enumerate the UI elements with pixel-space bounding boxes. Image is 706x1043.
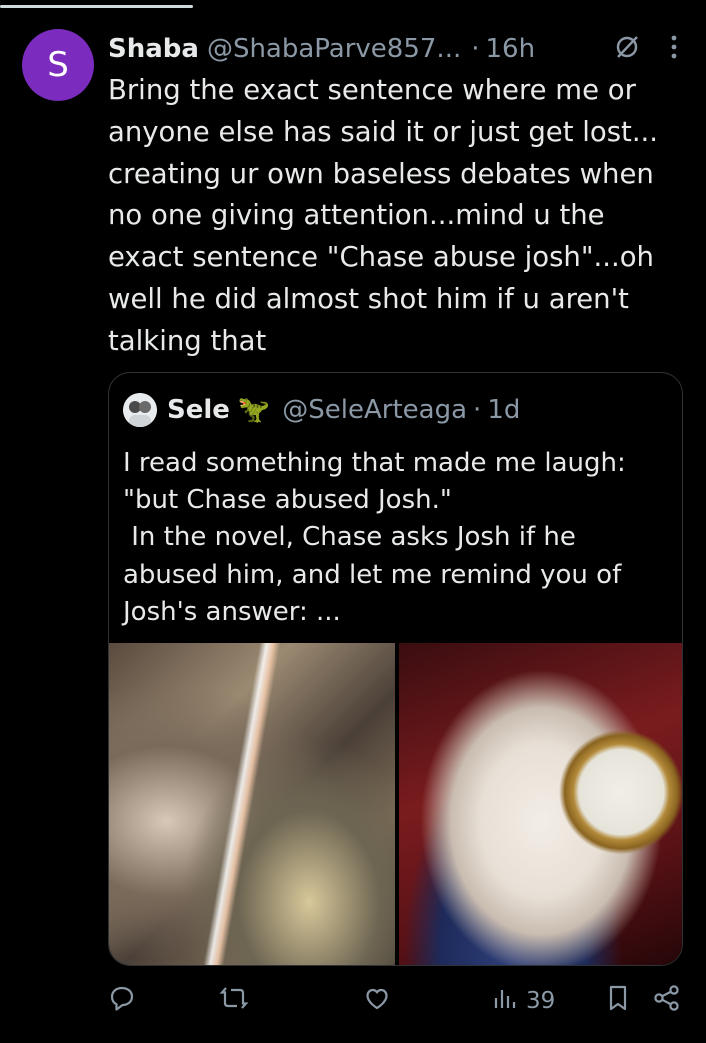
quoted-text-line: In the novel, Chase asks Josh if he abus… [123,522,630,627]
reply-button[interactable] [108,984,136,1018]
action-bar: 39 [108,984,683,1018]
post-text: Bring the exact sentence where me or any… [108,74,659,357]
quoted-author-handle[interactable]: @SeleArteaga [282,395,467,425]
views-count: 39 [526,988,556,1014]
quoted-time[interactable]: 1d [487,395,520,425]
repost-button[interactable] [219,984,249,1018]
like-icon [363,984,391,1018]
dinosaur-emoji-icon: 🦖 [237,395,271,425]
grok-icon[interactable] [614,34,640,64]
manhwa-image[interactable] [109,643,395,965]
share-icon [653,984,681,1018]
white-rabbit-image[interactable] [399,643,682,965]
share-button[interactable] [653,984,681,1018]
reply-icon [108,984,136,1018]
quoted-avatar [123,393,157,427]
author-handle[interactable]: @ShabaParve857... [207,34,461,64]
quoted-separator-dot: · [473,395,482,425]
bookmark-icon [606,984,630,1018]
views-icon [492,984,518,1018]
more-icon[interactable] [670,34,678,64]
quoted-text: I read something that made me laugh: "bu… [123,445,668,631]
separator-dot: · [471,34,480,64]
quoted-post[interactable]: Sele 🦖 @SeleArteaga · 1d I read somethin… [108,372,683,966]
like-button[interactable] [363,984,391,1018]
avatar[interactable]: S [22,29,94,101]
quoted-media [109,643,682,965]
post-header: Shaba @ShabaParve857... · 16h [108,32,682,66]
quoted-text-line: "but Chase abused Josh." [123,485,452,516]
post-time[interactable]: 16h [486,34,536,64]
views-button[interactable]: 39 [492,984,555,1018]
repost-icon [219,984,249,1018]
author-name[interactable]: Shaba [108,34,199,64]
bookmark-button[interactable] [606,984,630,1018]
avatar-letter: S [47,45,69,85]
quoted-author-name[interactable]: Sele [167,395,230,425]
header-icons [614,34,678,64]
quoted-header: Sele 🦖 @SeleArteaga · 1d [123,393,520,427]
top-indicator [0,5,193,8]
quoted-text-line: I read something that made me laugh: [123,448,626,478]
